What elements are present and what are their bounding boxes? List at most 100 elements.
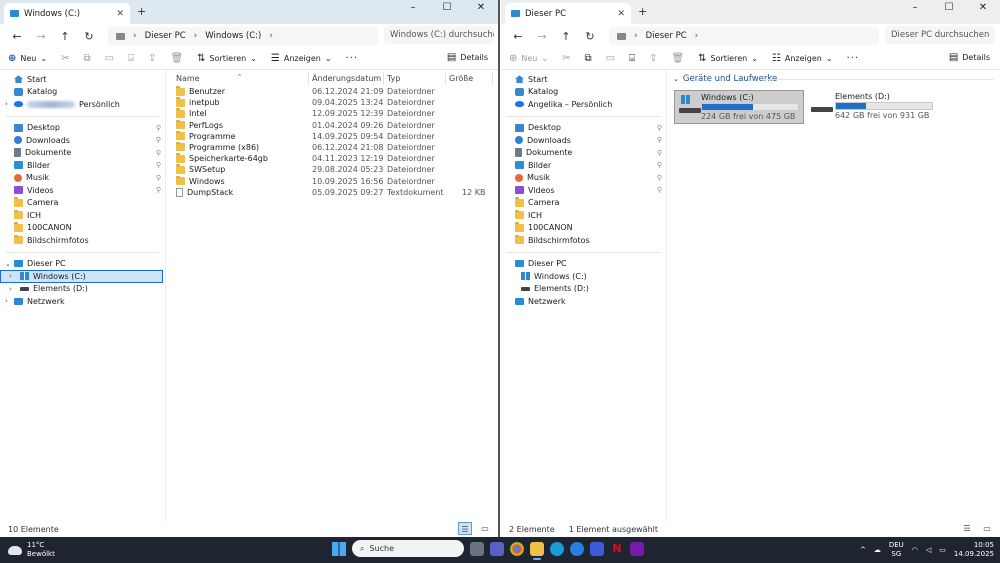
maximize-button[interactable]: ☐	[932, 0, 966, 18]
nav-item-windows-c[interactable]: Windows (C:)	[501, 270, 666, 283]
file-row[interactable]: Programme 14.09.2025 09:54 Dateiordner	[170, 130, 498, 143]
nav-item-quick[interactable]: Downloads ⚲	[0, 134, 165, 147]
taskbar-search[interactable]: ⌕ Suche	[352, 540, 464, 557]
nav-item-quick[interactable]: ICH	[501, 209, 666, 222]
file-row[interactable]: SWSetup 29.08.2024 05:23 Dateiordner	[170, 164, 498, 176]
file-row[interactable]: DumpStack 05.09.2025 09:27 Textdokument 12 …	[170, 187, 498, 199]
volume-icon[interactable]: ◁	[926, 546, 931, 554]
nav-item-quick[interactable]: ICH	[0, 209, 165, 222]
tiles-view-button[interactable]: ▭	[478, 522, 492, 535]
file-row[interactable]: Speicherkarte-64gb 04.11.2023 12:19 Dateio…	[170, 153, 498, 165]
column-divider[interactable]	[445, 72, 446, 85]
file-row[interactable]: PerfLogs 01.04.2024 09:26 Dateiordner	[170, 119, 498, 132]
edge-icon[interactable]	[550, 541, 564, 556]
nav-item-start[interactable]: Start	[0, 73, 165, 86]
column-divider[interactable]	[383, 72, 384, 85]
sort-button[interactable]: ⇅ Sortieren ⌄	[698, 53, 758, 64]
nav-item-quick[interactable]: Desktop ⚲	[0, 122, 165, 135]
copy-button[interactable]: ⧉	[83, 53, 90, 64]
nav-item-onedrive[interactable]: › Persönlich	[0, 98, 165, 111]
nav-item-quick[interactable]: Bilder ⚲	[0, 159, 165, 172]
onedrive-icon[interactable]: ☁	[874, 546, 881, 554]
share-button[interactable]: ⇪	[649, 53, 657, 64]
close-window-button[interactable]: ✕	[464, 0, 498, 18]
tab-windows-c[interactable]: Windows (C:) ✕	[4, 3, 130, 24]
weather-widget[interactable]: 11°C Bewölkt	[8, 541, 55, 559]
task-view-icon[interactable]	[470, 541, 484, 556]
tab-this-pc[interactable]: Dieser PC ✕	[505, 3, 631, 24]
nav-item-quick[interactable]: Videos ⚲	[0, 184, 165, 197]
rename-button[interactable]: ⌸	[629, 53, 635, 64]
details-view-button[interactable]: ☰	[458, 522, 472, 535]
nav-item-catalog[interactable]: Katalog	[501, 86, 666, 99]
paste-button[interactable]: ▭	[105, 53, 114, 64]
chevron-up-icon[interactable]: ^	[860, 546, 866, 554]
language-indicator[interactable]: DEU SG	[889, 541, 904, 559]
details-button[interactable]: ▤ Details	[949, 52, 990, 63]
nav-item-quick[interactable]: Videos ⚲	[501, 184, 666, 197]
wifi-icon[interactable]: ◠	[912, 546, 918, 554]
view-button[interactable]: ☷ Anzeigen ⌄	[772, 53, 833, 64]
sort-button[interactable]: ⇅ Sortieren ⌄	[197, 53, 257, 64]
more-options-button[interactable]: ···	[847, 53, 860, 64]
more-options-button[interactable]: ···	[346, 53, 359, 64]
new-tab-button[interactable]: +	[638, 5, 647, 18]
new-tab-button[interactable]: +	[137, 5, 146, 18]
file-row[interactable]: Benutzer 06.12.2024 21:09 Dateiordner	[170, 86, 498, 98]
forward-button[interactable]: →	[30, 30, 52, 43]
app-icon[interactable]	[570, 541, 584, 556]
nav-item-quick[interactable]: Downloads ⚲	[501, 134, 666, 147]
teams-icon[interactable]	[490, 541, 504, 556]
nav-item-catalog[interactable]: Katalog	[0, 86, 165, 99]
close-tab-icon[interactable]: ✕	[116, 9, 124, 19]
back-button[interactable]: ←	[6, 30, 28, 43]
close-tab-icon[interactable]: ✕	[617, 9, 625, 19]
file-row[interactable]: Intel 12.09.2025 12:39 Dateiordner	[170, 108, 498, 120]
view-button[interactable]: ☰ Anzeigen ⌄	[271, 53, 332, 64]
chrome-icon[interactable]	[510, 541, 524, 556]
copy-button[interactable]: ⧉	[584, 53, 591, 64]
search-input[interactable]: Windows (C:) durchsuchen	[384, 26, 494, 44]
file-explorer-icon[interactable]	[530, 541, 544, 560]
nav-item-quick[interactable]: Bilder ⚲	[501, 159, 666, 172]
address-bar[interactable]: › Dieser PC ›	[609, 27, 879, 45]
column-type[interactable]: Typ	[387, 74, 400, 83]
nav-item-this-pc[interactable]: ⌄ Dieser PC	[0, 258, 165, 271]
minimize-button[interactable]: –	[898, 0, 932, 18]
details-button[interactable]: ▤ Details	[447, 52, 488, 63]
column-divider[interactable]	[492, 72, 493, 85]
nav-item-network[interactable]: › Netzwerk	[0, 295, 165, 308]
column-divider[interactable]	[308, 72, 309, 85]
delete-button[interactable]: 🗑	[671, 53, 684, 64]
up-button[interactable]: ↑	[555, 30, 577, 43]
column-size[interactable]: Größe	[449, 74, 473, 83]
breadcrumb-item[interactable]: Dieser PC	[646, 31, 687, 41]
rename-button[interactable]: ⌸	[128, 53, 134, 64]
paste-button[interactable]: ▭	[606, 53, 615, 64]
share-button[interactable]: ⇪	[148, 53, 156, 64]
new-button[interactable]: ⊕ Neu ⌄	[8, 53, 47, 64]
nav-item-elements-d[interactable]: › Elements (D:)	[0, 283, 165, 296]
nav-item-quick[interactable]: Bildschirmfotos	[501, 234, 666, 247]
column-name[interactable]: Name	[176, 74, 200, 83]
nav-item-this-pc[interactable]: Dieser PC	[501, 258, 666, 271]
nav-item-windows-c[interactable]: › Windows (C:)	[0, 270, 163, 283]
close-window-button[interactable]: ✕	[966, 0, 1000, 18]
breadcrumb-item[interactable]: Dieser PC	[145, 31, 186, 41]
tiles-view-button[interactable]: ▭	[980, 522, 994, 535]
nav-item-start[interactable]: Start	[501, 73, 666, 86]
nav-item-quick[interactable]: Camera	[0, 197, 165, 210]
nav-item-onedrive[interactable]: Angelika – Persönlich	[501, 98, 666, 111]
nav-item-quick[interactable]: Dokumente ⚲	[0, 147, 165, 160]
file-row[interactable]: inetpub 09.04.2025 13:24 Dateiordner	[170, 97, 498, 109]
search-input[interactable]: Dieser PC durchsuchen	[885, 26, 995, 44]
netflix-icon[interactable]: N	[610, 541, 624, 556]
refresh-button[interactable]: ↻	[78, 30, 100, 43]
maximize-button[interactable]: ☐	[430, 0, 464, 18]
address-bar[interactable]: › Dieser PC › Windows (C:) ›	[108, 27, 378, 45]
minimize-button[interactable]: –	[396, 0, 430, 18]
drive-tile-d[interactable]: Elements (D:) 642 GB frei von 931 GB	[807, 90, 937, 124]
file-row[interactable]: Programme (x86) 06.12.2024 21:08 Dateiordn…	[170, 141, 498, 154]
nav-item-quick[interactable]: Desktop ⚲	[501, 122, 666, 135]
nav-item-network[interactable]: Netzwerk	[501, 295, 666, 308]
